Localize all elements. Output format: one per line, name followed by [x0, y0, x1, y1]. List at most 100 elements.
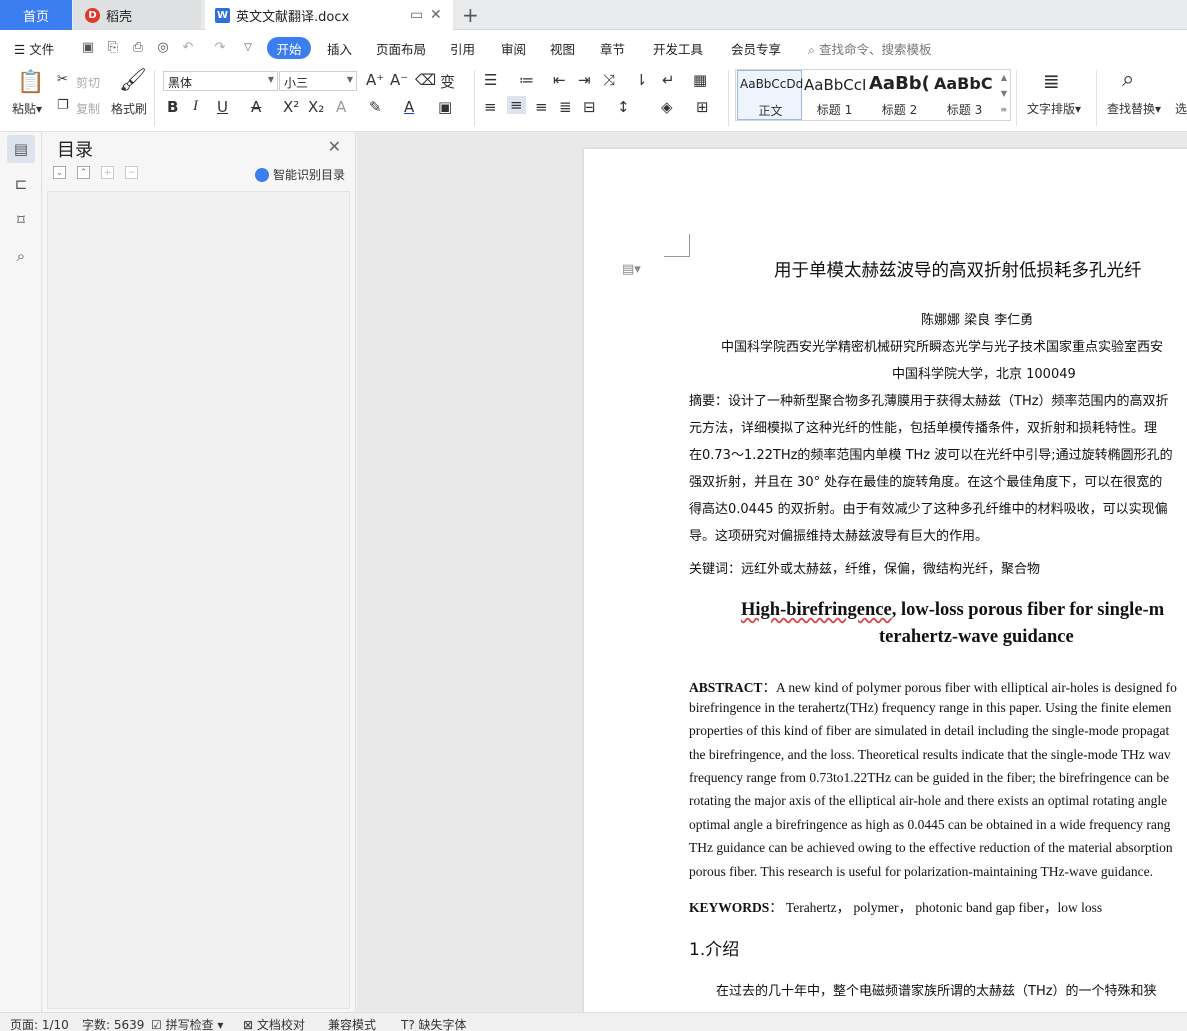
- missing-font-button[interactable]: T? 缺失字体: [401, 1016, 467, 1031]
- close-icon[interactable]: ✕: [328, 137, 341, 156]
- gallery-more-icon[interactable]: ≡: [1000, 105, 1007, 114]
- doc-proof-button[interactable]: ⊠ 文档校对: [243, 1016, 305, 1031]
- file-menu[interactable]: ☰ 文件: [14, 39, 54, 58]
- paste-button[interactable]: 粘贴▾: [12, 100, 42, 117]
- chinese-layout-icon[interactable]: ⤨: [603, 71, 615, 89]
- tab-document-label: 英文文献翻译.docx: [236, 9, 350, 25]
- find-replace-button[interactable]: 查找替换▾: [1107, 100, 1161, 117]
- phonetic-guide-icon[interactable]: 变: [440, 71, 455, 92]
- expand-all-icon[interactable]: ⌃: [77, 166, 90, 179]
- font-color-icon[interactable]: A: [404, 98, 414, 116]
- copy-icon[interactable]: ❐: [57, 98, 69, 113]
- print-preview-icon[interactable]: ◎: [155, 39, 171, 55]
- align-right-icon[interactable]: ≡: [535, 98, 548, 116]
- menu-tab-start[interactable]: 开始: [267, 37, 311, 59]
- italic-icon[interactable]: I: [193, 98, 198, 115]
- character-border-icon[interactable]: ▣: [438, 98, 452, 116]
- shrink-font-icon[interactable]: A⁻: [390, 71, 408, 89]
- format-painter-icon[interactable]: 🖌: [119, 68, 147, 93]
- collapse-all-icon[interactable]: ⌄: [53, 166, 66, 179]
- style-preview: AaBb(: [869, 73, 930, 94]
- paste-icon[interactable]: 📋: [17, 70, 44, 95]
- clear-format-icon[interactable]: ⌫: [415, 71, 436, 89]
- export-pdf-icon[interactable]: ⎘: [105, 39, 121, 55]
- distribute-icon[interactable]: ⊟: [583, 98, 596, 116]
- highlight-icon[interactable]: ✎: [369, 98, 382, 116]
- show-marks-icon[interactable]: ↵: [662, 71, 675, 89]
- tab-daoke[interactable]: D 稻壳: [73, 0, 201, 30]
- spell-check-button[interactable]: ☑ 拼写检查 ▾: [151, 1016, 223, 1031]
- bold-icon[interactable]: B: [167, 98, 178, 116]
- justify-icon[interactable]: ≣: [559, 98, 572, 116]
- save-icon[interactable]: ▣: [80, 39, 96, 55]
- grow-font-icon[interactable]: A⁺: [366, 71, 384, 89]
- page-indicator[interactable]: 页面: 1/10: [10, 1016, 69, 1031]
- style-heading-2[interactable]: AaBb( 标题 2: [867, 70, 932, 120]
- menu-tab-view[interactable]: 视图: [550, 39, 575, 58]
- align-left-icon[interactable]: ≡: [484, 98, 497, 116]
- table-tools-icon[interactable]: ▦: [693, 71, 707, 89]
- style-heading-3[interactable]: AaBbC 标题 3: [932, 70, 997, 120]
- find-replace-icon[interactable]: ⌕: [1122, 67, 1134, 92]
- bullet-list-icon[interactable]: ☰: [484, 71, 497, 89]
- command-search[interactable]: ⌕ 查找命令、搜索模板: [808, 39, 932, 58]
- text-direction-icon[interactable]: ⇂: [635, 71, 648, 89]
- spell-check-label: 拼写检查: [165, 1018, 214, 1031]
- ribbon-toolbar: 📋 粘贴▾ ✂ 剪切 ❐ 复制 🖌 格式刷 黑体 ▼ 小三 ▼ A⁺ A⁻ ⌫ 变 …: [0, 64, 1187, 132]
- decrease-indent-icon[interactable]: ⇤: [553, 71, 566, 89]
- redo-icon[interactable]: ↷: [212, 39, 228, 55]
- find-icon[interactable]: ⌕: [7, 242, 35, 270]
- chapter-nav-icon[interactable]: ⊏: [7, 170, 35, 198]
- text-layout-button[interactable]: 文字排版▾: [1027, 100, 1081, 117]
- cut-button[interactable]: 剪切: [76, 74, 100, 91]
- gallery-down-icon[interactable]: ▼: [1001, 89, 1007, 98]
- style-normal[interactable]: AaBbCcDd 正文: [737, 70, 803, 120]
- subscript-icon[interactable]: X₂: [308, 98, 324, 116]
- cut-icon[interactable]: ✂: [57, 72, 68, 87]
- tab-home[interactable]: 首页: [0, 0, 72, 30]
- customize-dropdown-icon[interactable]: ▽: [240, 39, 256, 55]
- word-count[interactable]: 字数: 5639: [82, 1016, 144, 1031]
- menu-tab-chapter[interactable]: 章节: [600, 39, 625, 58]
- copy-button[interactable]: 复制: [76, 100, 100, 117]
- bookmark-icon[interactable]: ⌑: [7, 206, 35, 234]
- menu-tab-layout[interactable]: 页面布局: [376, 39, 426, 58]
- print-icon[interactable]: ⎙: [130, 39, 146, 55]
- float-window-icon[interactable]: ▭: [410, 7, 423, 23]
- menu-tab-references[interactable]: 引用: [450, 39, 475, 58]
- superscript-icon[interactable]: X²: [283, 98, 299, 116]
- font-size-select[interactable]: 小三 ▼: [279, 71, 357, 91]
- align-center-icon[interactable]: ≡: [507, 96, 526, 114]
- font-name-select[interactable]: 黑体 ▼: [163, 71, 278, 91]
- borders-icon[interactable]: ⊞: [696, 98, 709, 116]
- remove-heading-icon[interactable]: −: [125, 166, 138, 179]
- text-layout-icon[interactable]: ≣: [1043, 69, 1060, 93]
- menu-tab-review[interactable]: 审阅: [501, 39, 526, 58]
- close-tab-icon[interactable]: ✕: [430, 7, 442, 23]
- menu-tab-member[interactable]: 会员专享: [731, 39, 781, 58]
- text-effect-icon[interactable]: A: [336, 98, 346, 116]
- paragraph-options-icon[interactable]: ▤▾: [622, 262, 641, 277]
- shading-icon[interactable]: ◈: [661, 98, 673, 116]
- format-painter-button[interactable]: 格式刷: [111, 100, 147, 117]
- line-spacing-icon[interactable]: ↕: [617, 98, 630, 116]
- file-menu-label: 文件: [29, 42, 55, 57]
- find-replace-label: 查找替换: [1107, 102, 1156, 116]
- menu-tab-insert[interactable]: 插入: [327, 39, 352, 58]
- increase-indent-icon[interactable]: ⇥: [578, 71, 591, 89]
- select-button[interactable]: 选: [1175, 100, 1187, 117]
- doc-title-cn: 用于单模太赫兹波导的高双折射低损耗多孔光纤: [774, 261, 1142, 281]
- undo-icon[interactable]: ↶: [180, 39, 196, 55]
- command-search-placeholder: 查找命令、搜索模板: [819, 42, 932, 57]
- style-heading-1[interactable]: AaBbCcI 标题 1: [802, 70, 867, 120]
- toc-panel-icon[interactable]: ▤: [7, 135, 35, 163]
- underline-icon[interactable]: U: [217, 98, 228, 116]
- menu-tab-developer[interactable]: 开发工具: [653, 39, 703, 58]
- add-heading-icon[interactable]: +: [101, 166, 114, 179]
- new-tab-icon[interactable]: +: [462, 3, 479, 27]
- numbered-list-icon[interactable]: ≔: [519, 71, 534, 89]
- document-page[interactable]: ▤▾ 用于单模太赫兹波导的高双折射低损耗多孔光纤 陈娜娜 梁良 李仁勇 中国科学…: [584, 149, 1187, 1012]
- gallery-up-icon[interactable]: ▲: [1001, 73, 1007, 82]
- smart-toc-button[interactable]: 智能识别目录: [255, 166, 345, 183]
- strikethrough-icon[interactable]: A: [251, 98, 261, 116]
